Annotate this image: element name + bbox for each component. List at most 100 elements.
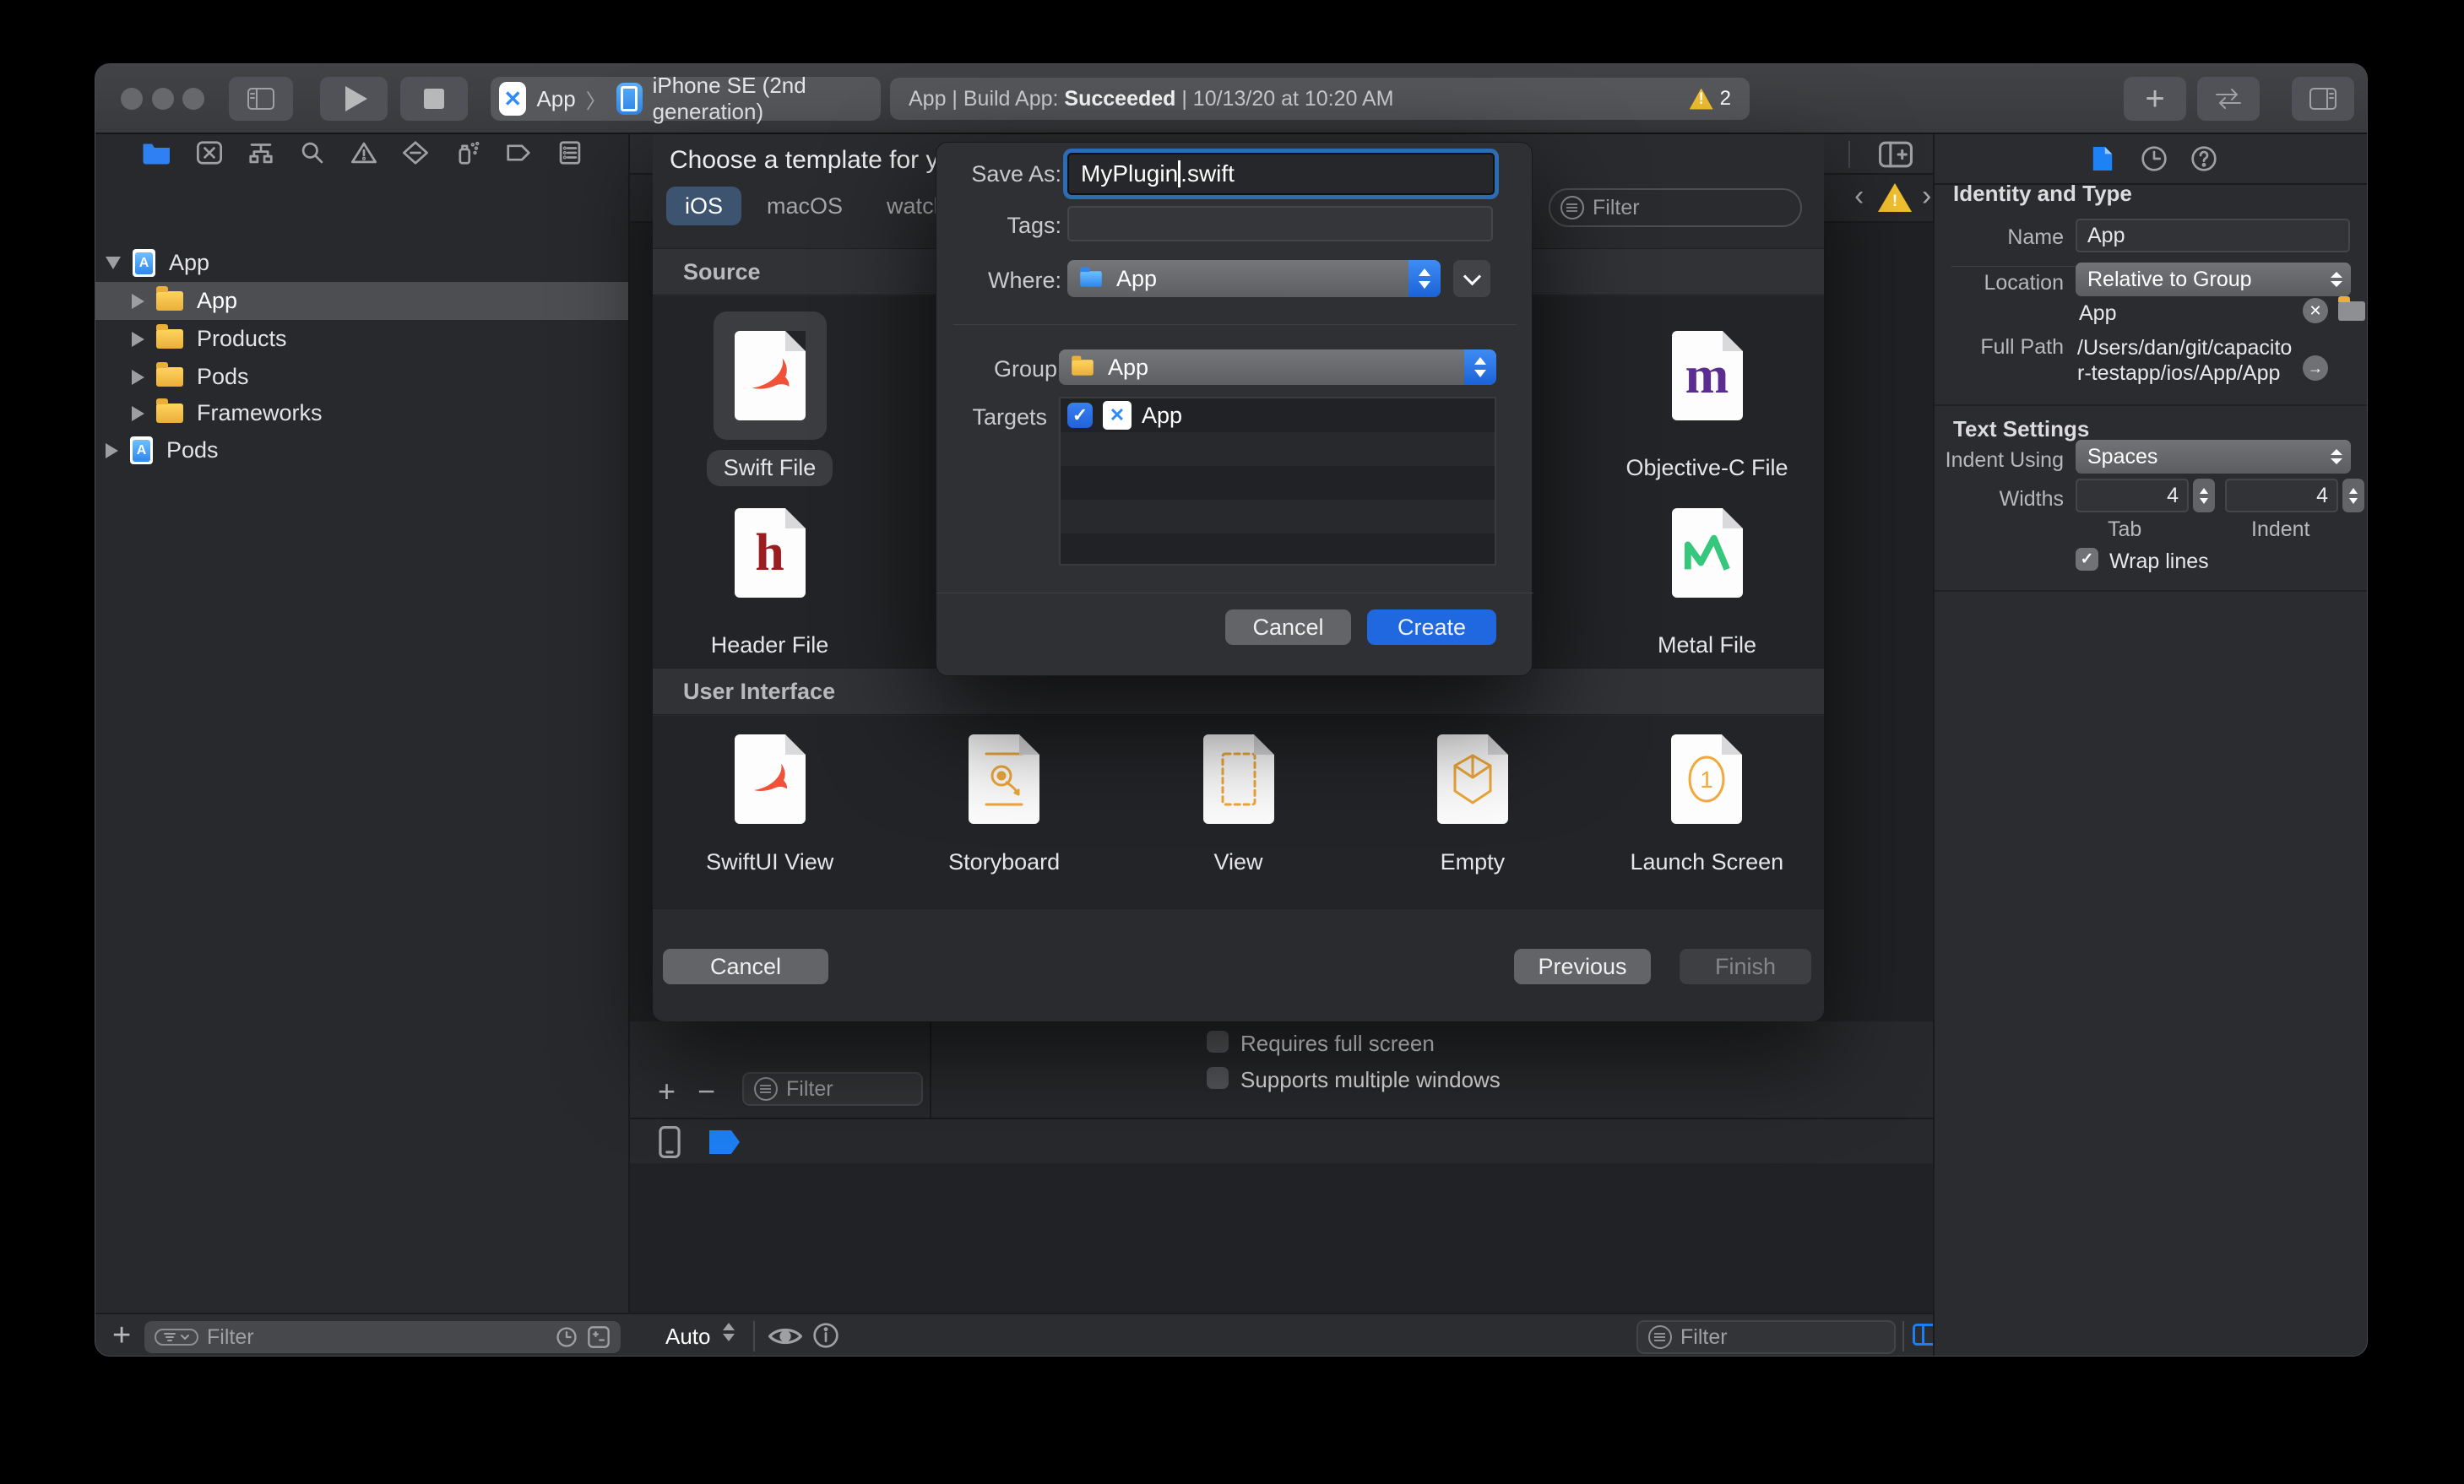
empty-list-row [1061,533,1495,564]
sheet-finish-button[interactable]: Finish [1680,949,1811,984]
expand-save-panel-button[interactable] [1453,260,1490,297]
recent-files-icon[interactable] [555,1325,578,1349]
nav-row-group-app[interactable]: App [95,282,628,320]
editor-options-button[interactable] [2292,77,2354,121]
scheme-selector[interactable]: ✕ App 〉 iPhone SE (2nd generation) [491,73,881,124]
breakpoint-navigator-tab[interactable] [504,140,533,170]
tab-ios[interactable]: iOS [666,187,742,225]
filename-input[interactable]: MyPlugin .swift [1067,153,1495,195]
symbol-navigator-tab[interactable] [247,140,275,170]
issue-navigator-tab[interactable] [350,140,378,170]
sheet-previous-button[interactable]: Previous [1514,949,1651,984]
tab-macos[interactable]: macOS [748,187,861,225]
template-swift-file[interactable]: Swift File [653,311,887,506]
add-toolbar-button[interactable]: + [2124,77,2186,121]
version-editor-button[interactable] [2197,77,2260,121]
test-navigator-tab[interactable] [401,140,430,170]
file-inspector-tab-icon[interactable] [2091,144,2114,173]
requires-full-screen-checkbox[interactable] [1207,1031,1229,1053]
where-popup[interactable]: App [1067,260,1441,297]
next-issue-icon[interactable]: › [1922,180,1931,213]
target-row-app[interactable]: ✓ ✕ App [1061,398,1495,432]
add-file-button[interactable]: + [112,1318,131,1354]
template-objective-c-file[interactable]: m Objective-C File [1590,311,1824,506]
find-navigator-tab[interactable] [298,140,327,170]
auto-stepper-icon[interactable] [723,1323,735,1341]
template-launch-screen[interactable]: 1 Launch Screen [1590,724,1824,918]
auto-variables-dropdown[interactable]: Auto [665,1324,711,1350]
previous-issue-icon[interactable]: ‹ [1854,180,1864,213]
tab-width-field[interactable]: 4 [2076,479,2189,512]
unsaved-files-icon[interactable] [587,1325,611,1349]
template-filter-field[interactable]: Filter [1549,188,1802,227]
add-target-button[interactable]: + [658,1074,676,1109]
disclosure-collapsed-icon[interactable] [132,293,144,309]
template-metal-file[interactable]: Metal File [1590,489,1824,683]
flag-icon[interactable] [709,1130,740,1154]
tags-input[interactable] [1067,206,1493,241]
folder-icon [156,286,183,311]
group-popup[interactable]: App [1059,349,1496,385]
wrap-lines-checkbox[interactable]: ✓ [2076,548,2098,571]
run-button[interactable] [320,77,388,121]
target-checkbox-checked[interactable]: ✓ [1067,403,1093,428]
project-navigator-tab[interactable] [142,140,172,170]
indent-using-popup[interactable]: Spaces [2076,440,2351,474]
source-control-tab[interactable] [195,140,224,170]
info-icon[interactable] [812,1322,839,1349]
template-swiftui-view[interactable]: SwiftUI View [653,724,887,918]
console-filter-field[interactable]: Filter [1636,1320,1896,1354]
nav-row-project-pods[interactable]: A Pods [95,431,628,469]
quicklook-eye-icon[interactable] [768,1325,802,1347]
choose-folder-icon[interactable] [2338,296,2365,321]
debug-navigator-tab[interactable] [453,140,481,170]
group-label: Group [993,356,1057,382]
toggle-navigator-button[interactable] [229,77,293,121]
template-empty[interactable]: Empty [1355,724,1589,918]
template-storyboard[interactable]: Storyboard [887,724,1121,918]
navigator-filter-field[interactable]: Filter [144,1321,621,1353]
disclosure-expanded-icon[interactable] [106,257,121,269]
stop-button[interactable] [400,77,468,121]
name-value: App [2087,223,2125,247]
indent-width-field[interactable]: 4 [2225,479,2338,512]
nav-row-frameworks[interactable]: Frameworks [95,394,628,432]
dialog-cancel-button[interactable]: Cancel [1225,609,1351,645]
filter-placeholder: Filter [207,1324,254,1349]
clear-location-icon[interactable]: ✕ [2303,298,2328,323]
template-header-file[interactable]: h Header File [653,489,887,683]
dialog-create-button[interactable]: Create [1367,609,1496,645]
device-icon[interactable] [659,1126,681,1158]
empty-list-row [1061,466,1495,500]
disclosure-collapsed-icon[interactable] [132,331,144,347]
targets-label: Targets [972,404,1047,430]
open-path-arrow-icon[interactable]: → [2303,355,2328,381]
disclosure-collapsed-icon[interactable] [132,405,144,421]
folder-icon [156,362,183,387]
filter-options-icon[interactable] [155,1329,198,1346]
minimize-window-button[interactable] [152,88,174,110]
tab-width-stepper[interactable] [2193,479,2215,512]
remove-target-button[interactable]: − [697,1074,715,1109]
zoom-window-button[interactable] [182,88,204,110]
sheet-cancel-button[interactable]: Cancel [663,949,828,984]
sidebar-right-icon [2309,88,2336,110]
indent-width-stepper[interactable] [2342,479,2364,512]
close-window-button[interactable] [121,88,143,110]
targets-filter-field[interactable]: Filter [742,1072,923,1106]
history-inspector-tab-icon[interactable] [2141,145,2168,172]
nav-row-pods-group[interactable]: Pods [95,358,628,396]
disclosure-collapsed-icon[interactable] [106,442,118,458]
report-navigator-tab[interactable] [556,140,584,170]
nav-row-project-app[interactable]: A App [95,244,628,282]
issue-warning-icon[interactable] [1878,183,1912,212]
help-inspector-tab-icon[interactable] [2190,145,2217,172]
name-field[interactable]: App [2076,219,2350,252]
location-popup[interactable]: Relative to Group [2076,263,2351,296]
supports-multiple-windows-checkbox[interactable] [1207,1067,1229,1089]
issues-badge[interactable]: 2 [1689,87,1731,111]
add-editor-icon[interactable] [1879,141,1913,168]
nav-row-products[interactable]: Products [95,320,628,358]
template-view[interactable]: View [1121,724,1355,918]
disclosure-collapsed-icon[interactable] [132,369,144,385]
